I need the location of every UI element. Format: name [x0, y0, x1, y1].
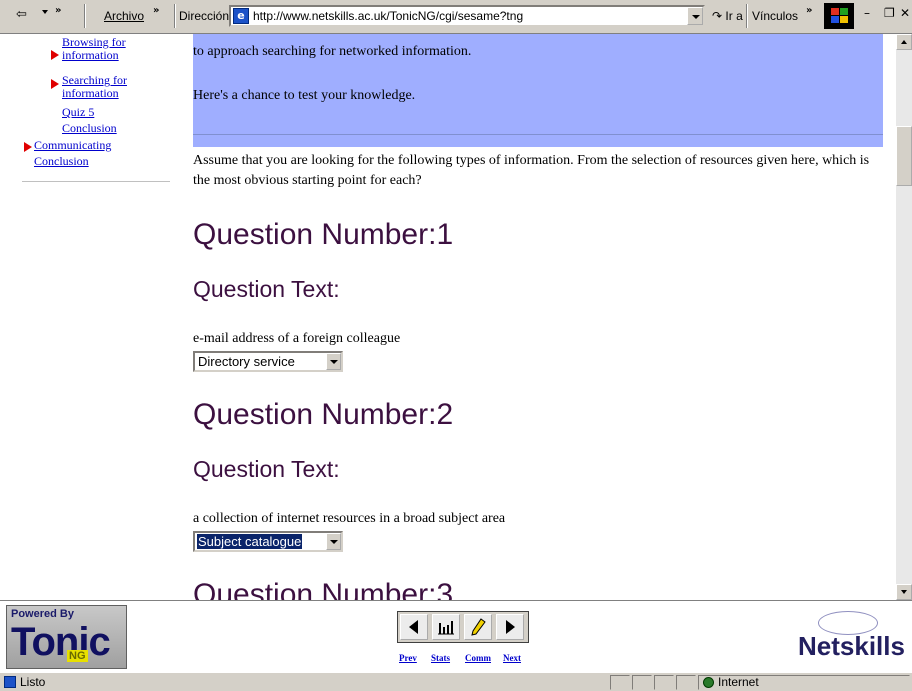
powered-by-label: Powered By [11, 608, 74, 620]
left-navigation: Browsing for information Searching for i… [0, 34, 178, 600]
nav-arrow-icon [51, 50, 59, 60]
comm-button[interactable] [464, 614, 492, 640]
question-body-2: a collection of internet resources in a … [193, 511, 506, 526]
tonic-brand: Tonic [11, 620, 111, 664]
question-number-2: Question Number:2 [193, 398, 454, 431]
next-arrow-icon [506, 620, 515, 634]
toolbar-overflow-chevron-icon[interactable]: » [55, 5, 61, 16]
ie-page-icon: e [233, 8, 249, 24]
restore-icon[interactable]: ❐ [884, 6, 895, 20]
status-panel [654, 675, 674, 690]
go-arrow-icon: ↷ [712, 9, 723, 23]
answer-select-1[interactable]: Directory service [193, 351, 343, 372]
status-panel [610, 675, 630, 690]
netskills-logo[interactable]: Netskills [798, 631, 905, 662]
close-icon[interactable]: ✕ [900, 6, 910, 20]
status-panel [676, 675, 696, 690]
status-bar: Listo Internet [0, 672, 912, 691]
nav-item-browsing[interactable]: Browsing for information [62, 36, 162, 62]
tonic-logo[interactable]: Powered By Tonic NG [6, 605, 127, 669]
nav-arrow-icon [24, 142, 32, 152]
footer-frame: Powered By Tonic NG Prev Stats Comm Next… [0, 600, 912, 672]
windows-logo-icon [824, 3, 854, 29]
nav-item-conclusion-2[interactable]: Conclusion [34, 155, 89, 168]
next-link[interactable]: Next [503, 653, 521, 663]
comm-link[interactable]: Comm [465, 653, 491, 663]
stats-link[interactable]: Stats [431, 653, 450, 663]
zone-label: Internet [718, 675, 759, 689]
scroll-up-button[interactable] [896, 34, 912, 50]
stats-button[interactable] [432, 614, 460, 640]
menu-overflow-chevron-icon[interactable]: » [153, 5, 159, 16]
answer-select-2[interactable]: Subject catalogue [193, 531, 343, 552]
toolbar-separator [84, 4, 86, 28]
back-dropdown-icon[interactable] [42, 10, 48, 14]
back-arrow-icon[interactable]: ⇦ [16, 7, 27, 22]
banner-line-2: Here's a chance to test your knowledge. [193, 88, 416, 103]
question-number-3: Question Number:3 [193, 578, 454, 600]
question-text-heading-2: Question Text: [193, 456, 340, 482]
links-overflow-chevron-icon[interactable]: » [806, 5, 812, 16]
answer-select-1-value: Directory service [198, 354, 295, 369]
status-panel [632, 675, 652, 690]
nav-divider [22, 181, 170, 182]
nav-item-conclusion[interactable]: Conclusion [62, 122, 117, 135]
links-label[interactable]: Vínculos [752, 9, 798, 23]
question-number-1: Question Number:1 [193, 218, 454, 251]
go-button[interactable]: ↷ Ir a [712, 9, 743, 23]
question-text-heading-1: Question Text: [193, 276, 340, 302]
prev-button[interactable] [400, 614, 428, 640]
chevron-down-icon[interactable] [326, 353, 341, 370]
menu-archivo[interactable]: Archivo [104, 9, 144, 23]
answer-select-2-value: Subject catalogue [197, 534, 303, 549]
banner-line-1: to approach searching for networked info… [193, 44, 472, 59]
nav-item-searching[interactable]: Searching for information [62, 74, 162, 100]
minimize-icon[interactable]: – [864, 6, 870, 20]
go-label: Ir a [725, 9, 743, 23]
nav-arrow-icon [51, 79, 59, 89]
chevron-down-icon[interactable] [326, 533, 341, 550]
address-bar[interactable]: e http://www.netskills.ac.uk/TonicNG/cgi… [229, 5, 705, 27]
scroll-thumb[interactable] [896, 126, 912, 186]
toolbar-separator [174, 4, 176, 28]
pencil-icon [471, 618, 486, 636]
next-button[interactable] [496, 614, 524, 640]
address-label: Dirección [179, 9, 230, 23]
prev-link[interactable]: Prev [399, 653, 417, 663]
banner-divider [193, 134, 883, 135]
page-status-icon [4, 676, 16, 688]
prev-arrow-icon [409, 620, 418, 634]
address-url[interactable]: http://www.netskills.ac.uk/TonicNG/cgi/s… [253, 9, 523, 23]
toolbar-separator [746, 4, 748, 28]
scroll-down-icon [901, 590, 907, 594]
scroll-up-icon [901, 40, 907, 44]
intro-banner: to approach searching for networked info… [193, 34, 883, 147]
tonic-nav-buttons [397, 611, 529, 643]
tonic-ng-label: NG [67, 650, 88, 662]
question-body-1: e-mail address of a foreign colleague [193, 331, 401, 346]
browser-toolbar: ⇦ » Archivo » Dirección e http://www.net… [0, 0, 912, 34]
scroll-down-button[interactable] [896, 584, 912, 600]
question-3-clip: Question Number:3 [193, 574, 893, 600]
intro-text: Assume that you are looking for the foll… [193, 153, 870, 188]
address-dropdown-button[interactable] [687, 7, 703, 25]
nav-item-communicating[interactable]: Communicating [34, 139, 111, 152]
nav-item-quiz5[interactable]: Quiz 5 [62, 106, 94, 119]
vertical-scrollbar[interactable] [896, 34, 912, 600]
internet-zone-icon [703, 677, 714, 688]
status-text: Listo [20, 675, 46, 689]
stats-chart-icon [438, 621, 454, 635]
